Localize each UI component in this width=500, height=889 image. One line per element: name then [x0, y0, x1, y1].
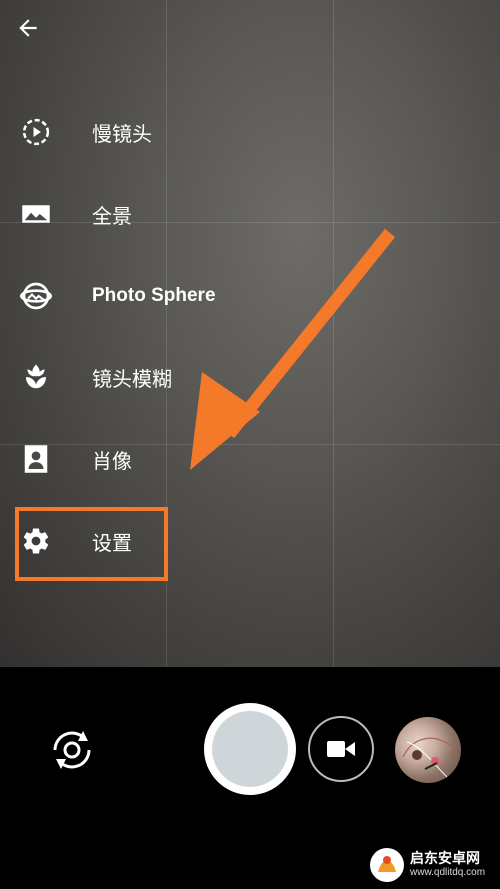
switch-camera-button[interactable]: [44, 722, 100, 778]
watermark-logo-icon: [370, 848, 404, 882]
switch-camera-icon: [53, 731, 91, 769]
thumbnail-image: [402, 737, 454, 778]
video-mode-button[interactable]: [308, 716, 374, 782]
shutter-inner: [212, 711, 288, 787]
watermark-title: 启东安卓网: [410, 850, 480, 867]
watermark: 启东安卓网 www.qdlitdq.com: [370, 846, 494, 884]
gallery-thumbnail[interactable]: [395, 717, 461, 783]
watermark-url: www.qdlitdq.com: [410, 867, 486, 879]
annotation-arrow: [190, 228, 396, 470]
video-camera-icon: [327, 741, 355, 757]
shutter-button[interactable]: [204, 703, 296, 795]
